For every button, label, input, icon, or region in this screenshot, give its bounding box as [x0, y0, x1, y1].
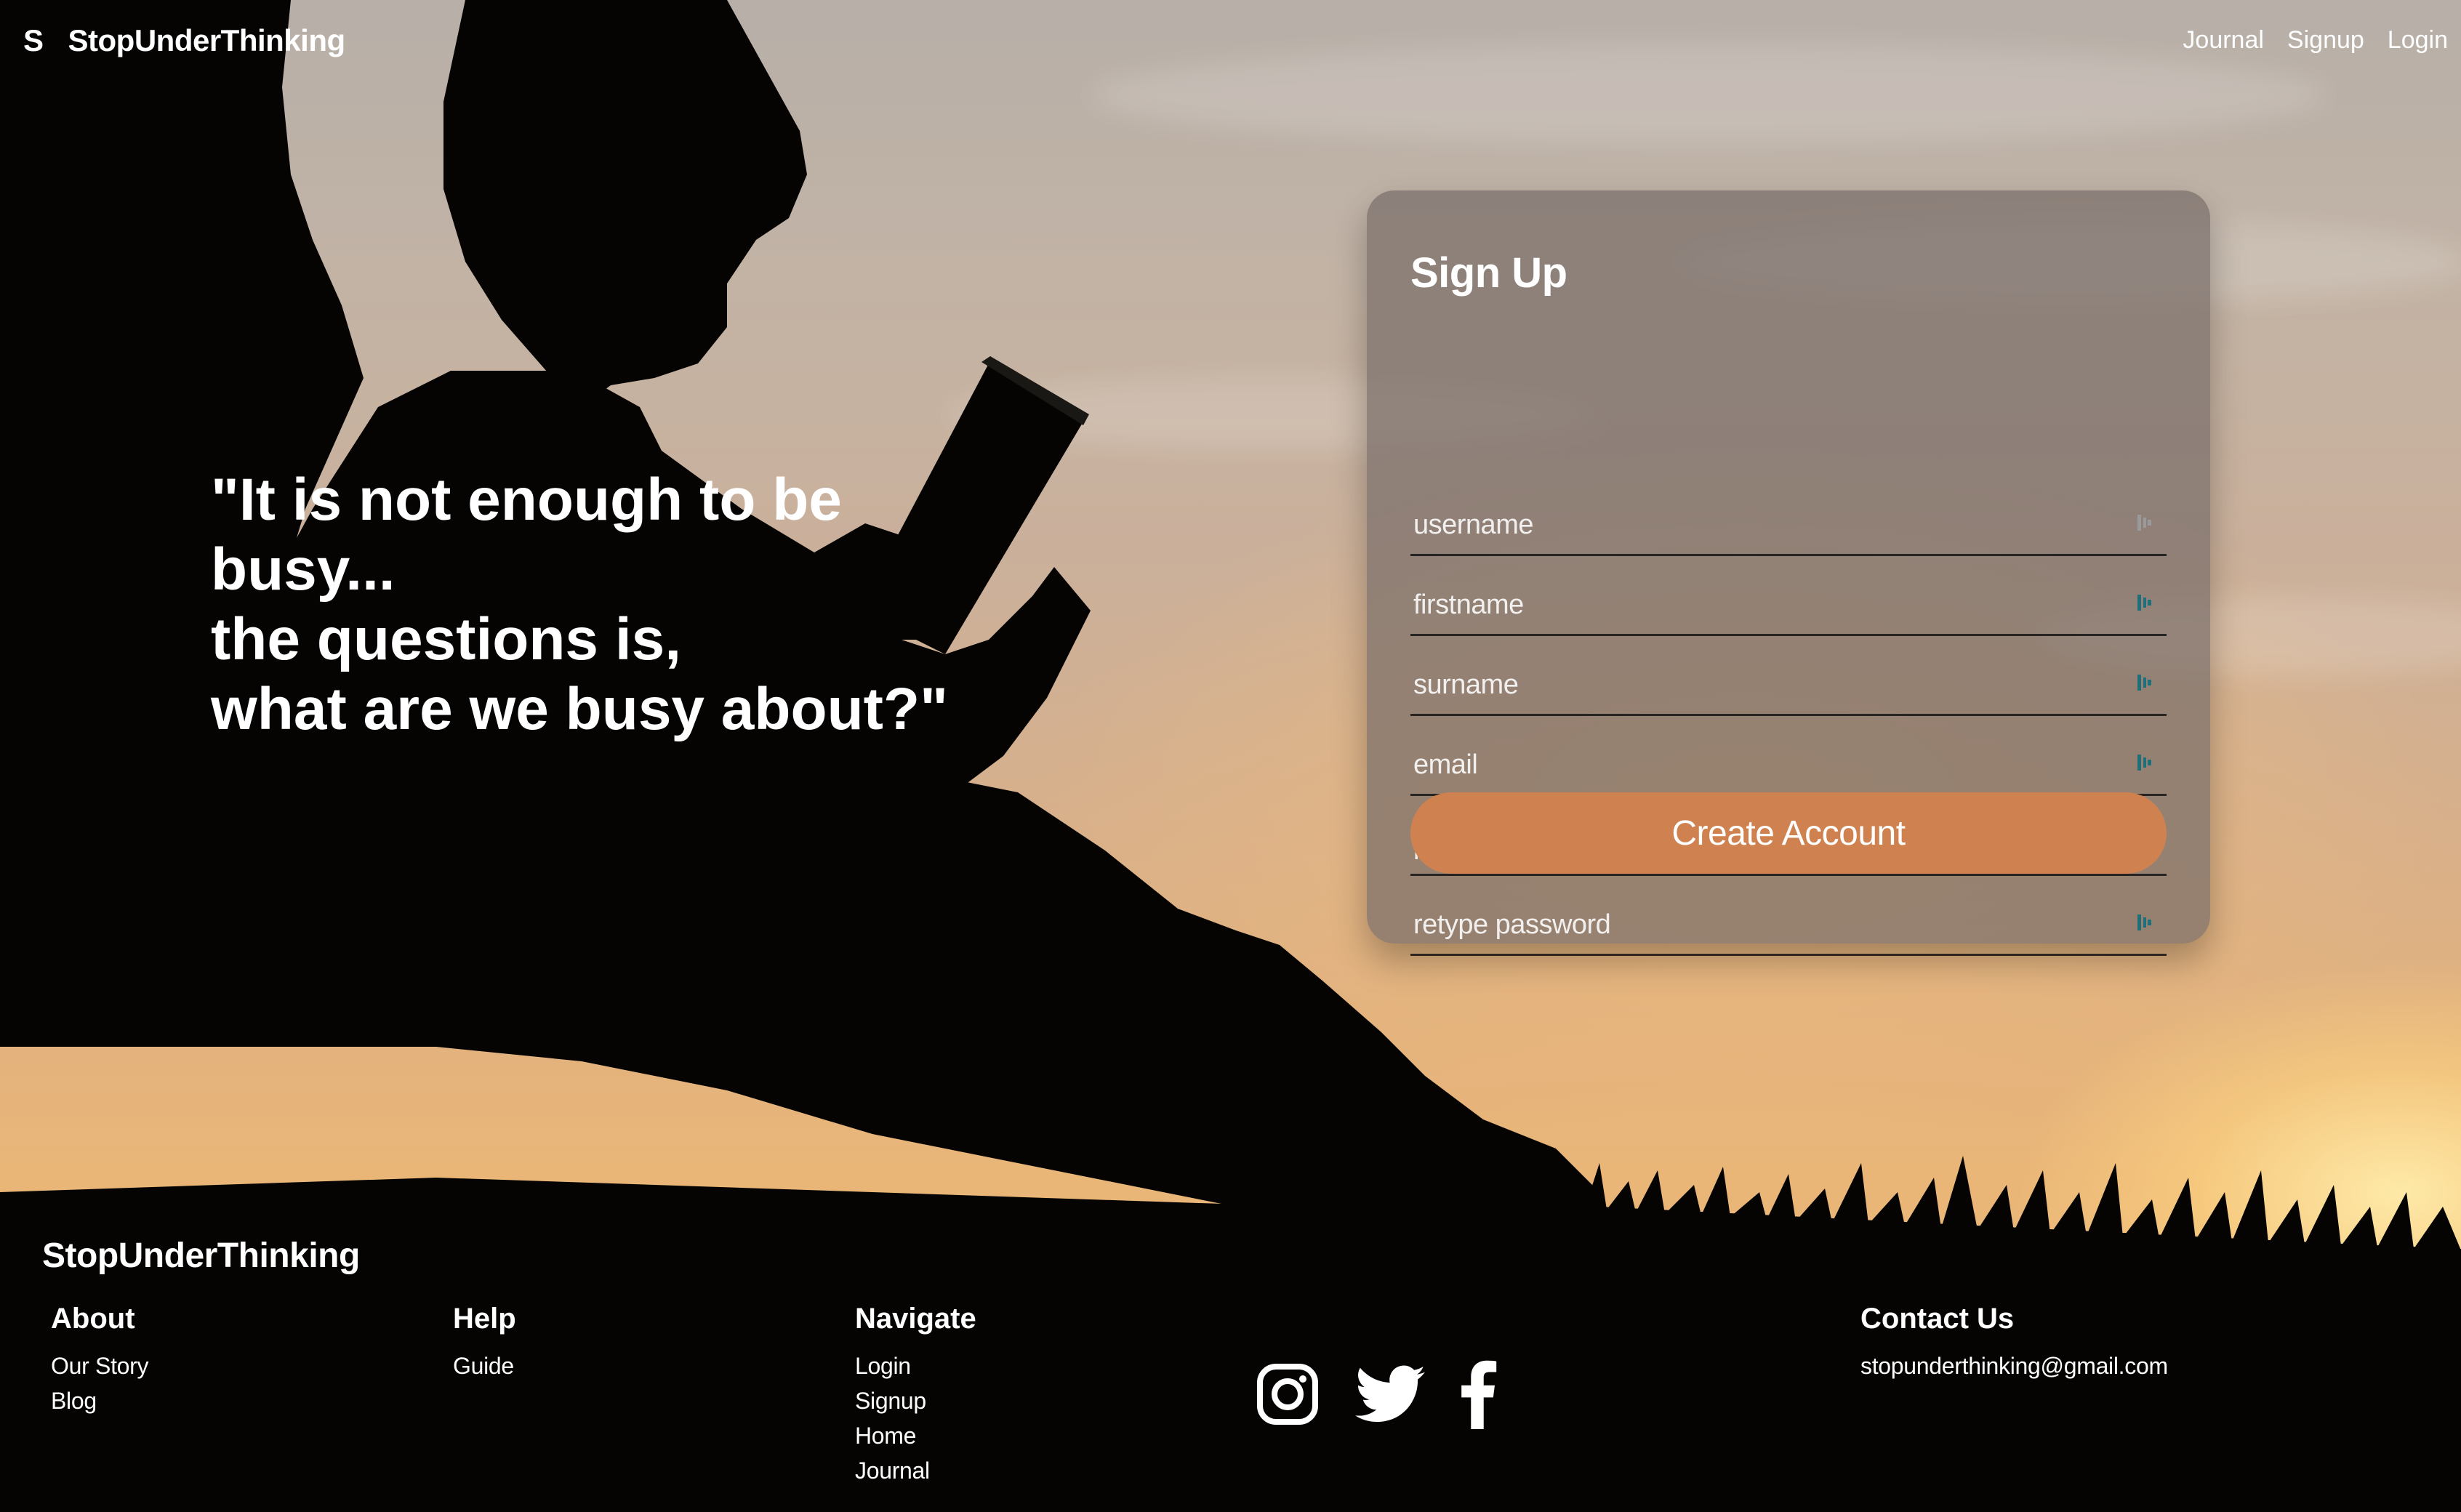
footer-link-home[interactable]: Home	[855, 1418, 976, 1453]
quote-line: the questions is,	[211, 606, 681, 672]
nav-link-login[interactable]: Login	[2388, 26, 2448, 55]
surname-field-row	[1410, 635, 2167, 716]
retype-password-field-row	[1410, 875, 2167, 956]
create-account-button[interactable]: Create Account	[1410, 792, 2167, 874]
footer-contact-heading: Contact Us	[1860, 1303, 2015, 1335]
footer-contact-email[interactable]: stopunderthinking@gmail.com	[1860, 1348, 2168, 1383]
footer-about-heading: About	[51, 1303, 135, 1335]
footer-brand: StopUnderThinking	[42, 1236, 360, 1275]
twitter-icon[interactable]	[1355, 1365, 1425, 1423]
password-manager-icon[interactable]	[2136, 752, 2153, 773]
username-field-row	[1410, 475, 2167, 556]
top-nav: Journal Signup Login	[2183, 26, 2448, 55]
footer-link-our-story[interactable]: Our Story	[51, 1348, 149, 1383]
password-manager-icon[interactable]	[2136, 512, 2153, 534]
email-field-row	[1410, 715, 2167, 796]
surname-input[interactable]	[1413, 669, 2111, 701]
facebook-icon[interactable]	[1457, 1359, 1498, 1429]
password-manager-icon[interactable]	[2136, 672, 2153, 693]
footer-contact-column: Contact Us stopunderthinking@gmail.com	[1860, 1303, 2168, 1383]
footer-link-journal[interactable]: Journal	[855, 1453, 976, 1488]
password-manager-icon[interactable]	[2136, 912, 2153, 933]
firstname-input[interactable]	[1413, 590, 2111, 621]
nav-link-journal[interactable]: Journal	[2183, 26, 2264, 55]
quote-line: "It is not enough to be	[211, 467, 842, 533]
retype-password-input[interactable]	[1413, 909, 2111, 941]
logo-letter: S	[23, 23, 44, 57]
footer-navigate-heading: Navigate	[855, 1303, 976, 1335]
nav-link-signup[interactable]: Signup	[2287, 26, 2364, 55]
quote-line: busy...	[211, 536, 396, 603]
footer-help-column: Help Guide	[453, 1303, 516, 1383]
social-links	[1256, 1359, 1498, 1429]
page-background: S StopUnderThinking Journal Signup Login…	[0, 0, 2461, 1512]
footer-help-heading: Help	[453, 1303, 516, 1335]
footer-navigate-column: Navigate Login Signup Home Journal	[855, 1303, 976, 1488]
instagram-icon[interactable]	[1256, 1363, 1319, 1425]
brand-logo[interactable]: S StopUnderThinking	[23, 23, 345, 58]
footer-link-guide[interactable]: Guide	[453, 1348, 516, 1383]
email-input[interactable]	[1413, 749, 2111, 781]
footer-about-column: About Our Story Blog	[51, 1303, 149, 1418]
footer-link-blog[interactable]: Blog	[51, 1383, 148, 1418]
footer-link-signup[interactable]: Signup	[855, 1383, 976, 1418]
footer-link-login[interactable]: Login	[855, 1348, 976, 1383]
quote-line: what are we busy about?"	[211, 676, 948, 742]
password-manager-icon[interactable]	[2136, 592, 2153, 614]
firstname-field-row	[1410, 555, 2167, 636]
signup-title: Sign Up	[1410, 249, 1567, 297]
hero-quote: "It is not enough to be busy... the ques…	[211, 465, 1011, 744]
brand-name: StopUnderThinking	[68, 23, 346, 57]
username-input[interactable]	[1413, 510, 2111, 541]
